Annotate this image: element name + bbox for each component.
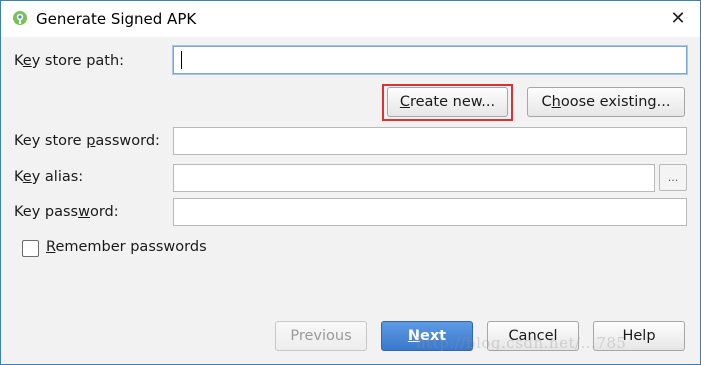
key-store-password-input[interactable] (173, 127, 687, 155)
key-store-path-label: Key store path: (14, 53, 125, 69)
generate-signed-apk-dialog: Generate Signed APK ✕ Key store path: Cr… (0, 0, 701, 365)
close-button[interactable]: ✕ (663, 4, 693, 32)
key-alias-input[interactable] (173, 164, 655, 192)
close-icon: ✕ (670, 7, 686, 29)
key-store-password-label: Key store password: (14, 133, 160, 149)
window-title: Generate Signed APK (36, 10, 197, 28)
previous-button[interactable]: Previous (275, 321, 367, 351)
text-caret (181, 51, 182, 69)
ellipsis-icon: ... (667, 171, 679, 184)
remember-passwords-label[interactable]: Remember passwords (46, 239, 207, 255)
choose-existing-button[interactable]: Ch oose existing... (527, 87, 685, 117)
android-studio-icon (13, 11, 27, 25)
watermark-text: http://blog.csdn.net/...785 (416, 334, 627, 352)
remember-passwords-checkbox[interactable] (22, 240, 39, 257)
key-alias-label: Key alias: (14, 169, 84, 185)
title-bar: Generate Signed APK ✕ (1, 1, 700, 37)
browse-alias-button[interactable]: ... (659, 164, 687, 191)
key-password-label: Key password: (14, 204, 119, 220)
key-password-input[interactable] (173, 198, 687, 226)
create-new-button[interactable]: Create new... (387, 87, 508, 117)
key-store-path-input[interactable] (173, 46, 687, 74)
